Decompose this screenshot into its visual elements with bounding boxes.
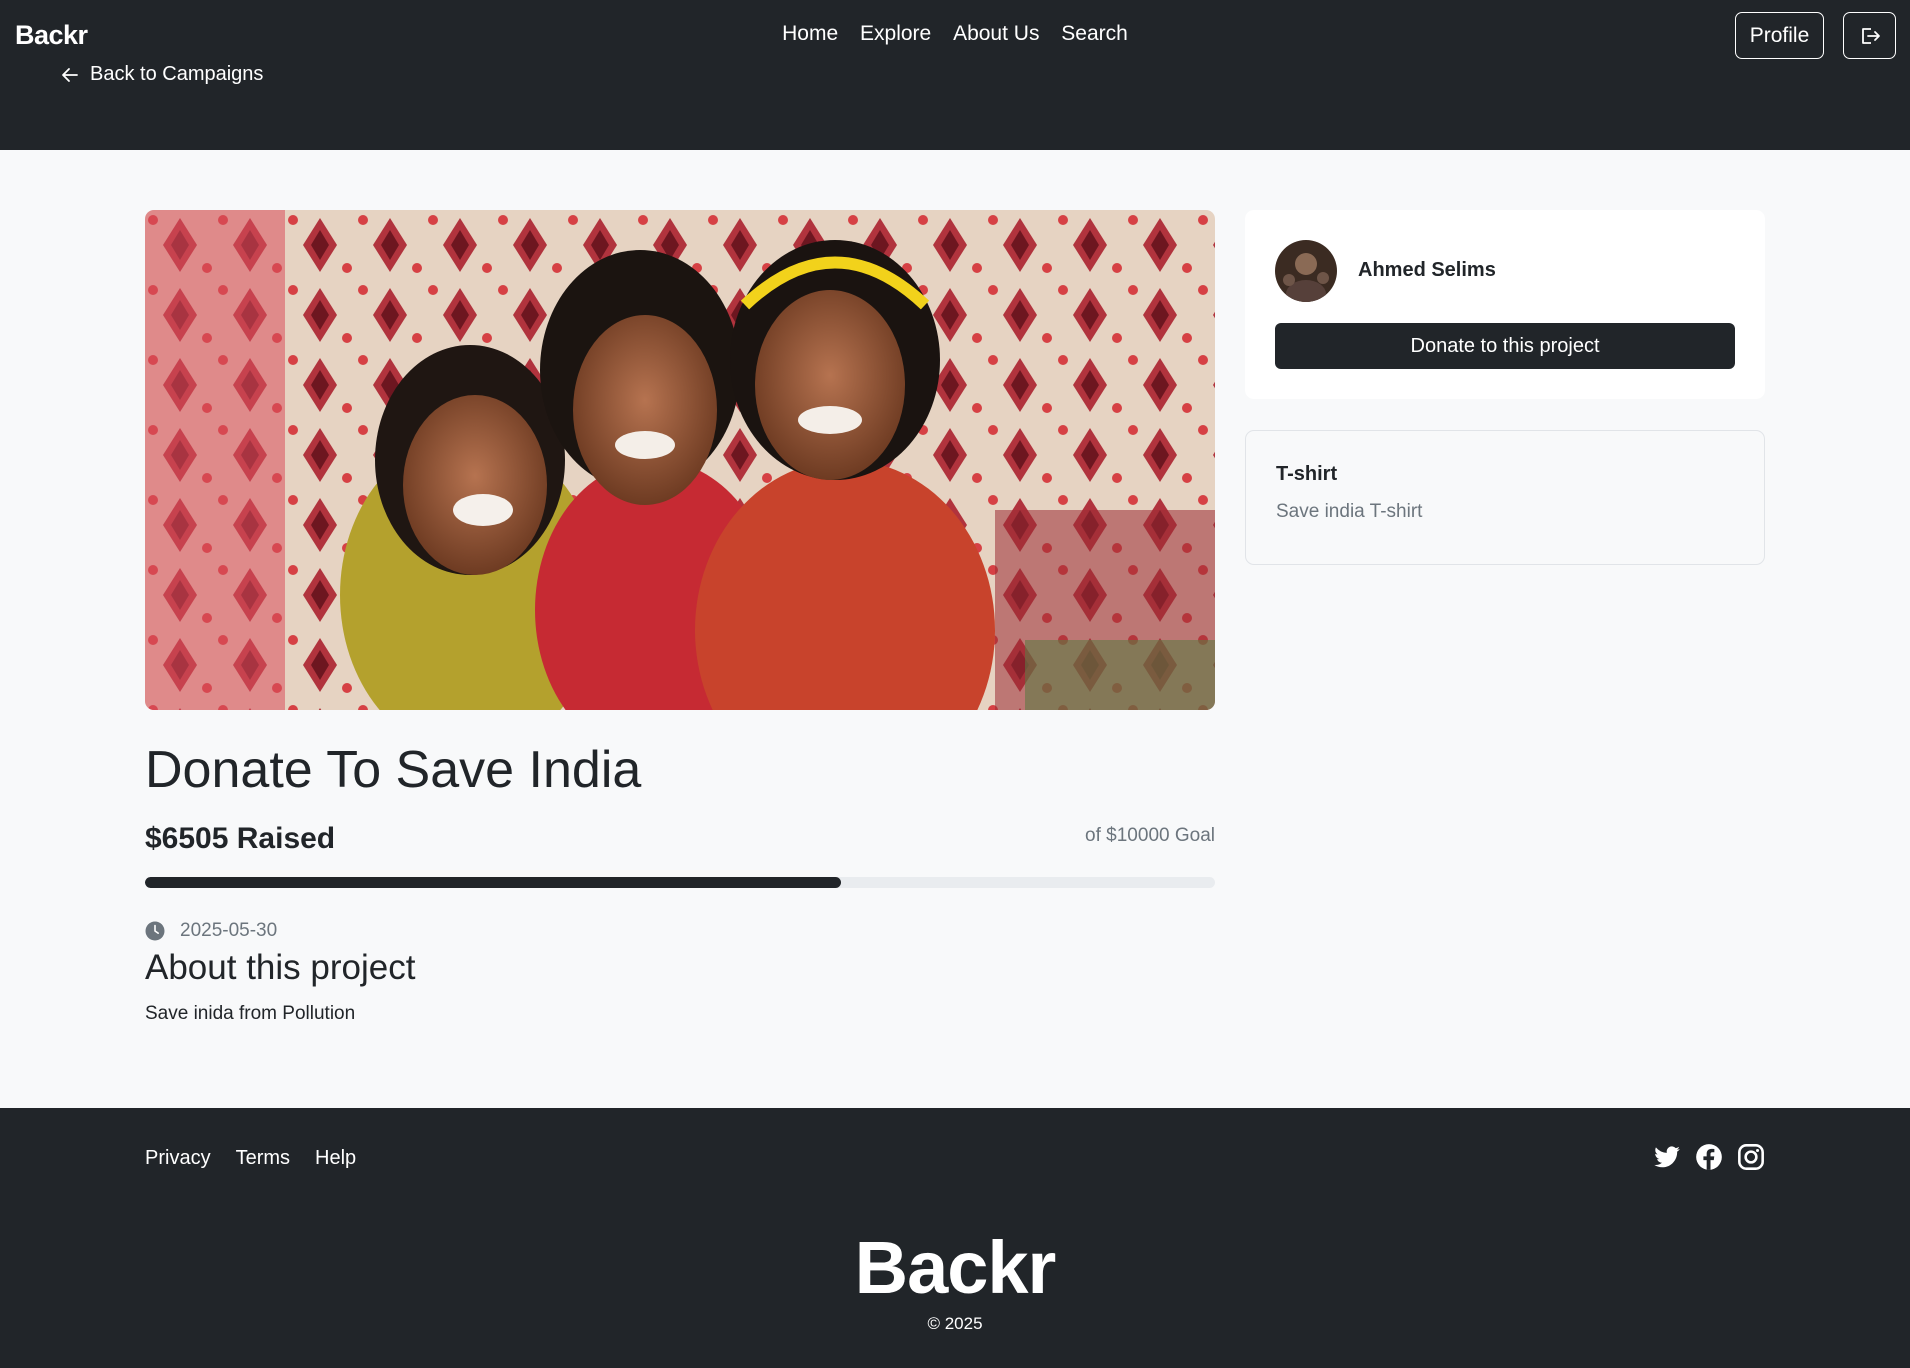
footer-link-terms[interactable]: Terms [236, 1147, 290, 1170]
reward-title: T-shirt [1276, 463, 1338, 485]
about-heading: About this project [145, 948, 416, 987]
campaign-hero-image [145, 210, 1215, 710]
footer-link-privacy[interactable]: Privacy [145, 1147, 211, 1170]
copyright: © 2025 [927, 1314, 983, 1333]
campaign-title: Donate To Save India [145, 741, 642, 799]
reward-description: Save india T-shirt [1276, 501, 1423, 522]
top-navbar: Backr Home Explore About Us Search Back … [0, 0, 1910, 150]
arrow-left-icon [62, 67, 78, 82]
main-nav: Home Explore About Us Search [0, 22, 1910, 46]
back-to-campaigns-link[interactable]: Back to Campaigns [60, 63, 263, 86]
avatar[interactable] [1275, 240, 1337, 302]
funding-progress-bar [145, 877, 1215, 888]
amount-raised: $6505 Raised [145, 822, 336, 855]
campaign-date: 2025-05-30 [145, 920, 277, 942]
funding-progress-fill [145, 877, 842, 888]
goal-amount: of $10000 Goal [1085, 825, 1215, 846]
facebook-icon[interactable] [1695, 1143, 1723, 1171]
logout-button[interactable] [1843, 12, 1896, 59]
footer-brand: Backr [854, 1226, 1057, 1309]
profile-button[interactable]: Profile [1735, 12, 1824, 59]
footer-link-help[interactable]: Help [315, 1147, 356, 1170]
nav-home[interactable]: Home [782, 22, 838, 45]
creator-card: Ahmed Selims Donate to this project [1245, 210, 1765, 399]
creator-name[interactable]: Ahmed Selims [1358, 259, 1496, 282]
clock-icon [145, 921, 165, 941]
reward-card[interactable]: T-shirt Save india T-shirt [1245, 430, 1765, 565]
footer: Privacy Terms Help Backr © 2025 [0, 1108, 1910, 1368]
back-to-campaigns-label: Back to Campaigns [90, 63, 264, 85]
nav-explore[interactable]: Explore [860, 22, 931, 45]
about-text: Save inida from Pollution [145, 1003, 356, 1024]
social-links [1653, 1143, 1765, 1171]
footer-links: Privacy Terms Help [145, 1147, 356, 1170]
nav-search[interactable]: Search [1061, 22, 1128, 45]
donate-button[interactable]: Donate to this project [1275, 323, 1735, 369]
logout-icon [1861, 27, 1880, 44]
instagram-icon[interactable] [1737, 1143, 1765, 1171]
campaign-date-value: 2025-05-30 [180, 920, 278, 941]
twitter-icon[interactable] [1653, 1143, 1681, 1171]
nav-about-us[interactable]: About Us [953, 22, 1039, 45]
